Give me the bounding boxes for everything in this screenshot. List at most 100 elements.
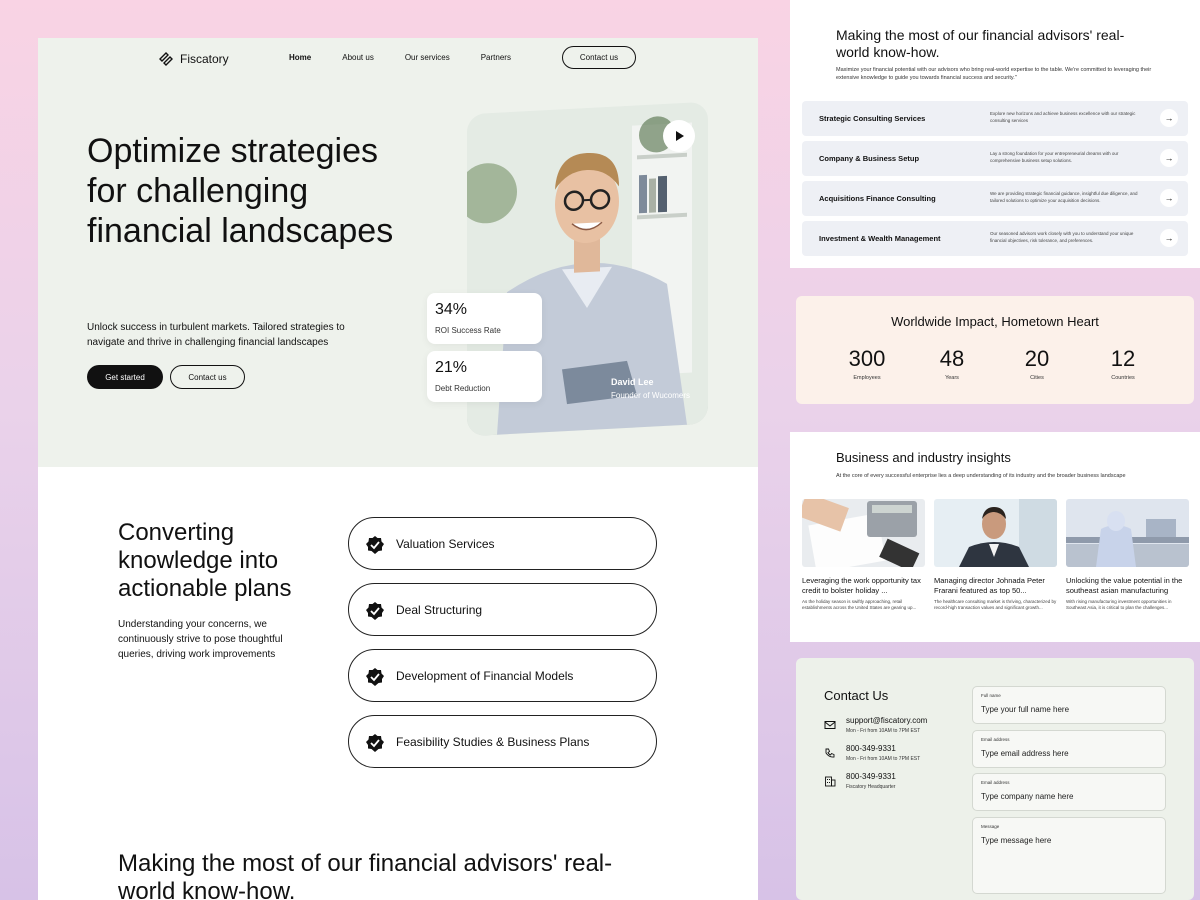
converting-title: Converting knowledge into actionable pla…: [118, 519, 292, 602]
mail-icon: [824, 721, 836, 729]
field-label: Full name: [981, 693, 1001, 698]
phone-icon: [825, 748, 835, 758]
logo-icon: [159, 52, 173, 66]
service-name: Company & Business Setup: [819, 154, 920, 163]
insights-section: Business and industry insights At the co…: [790, 432, 1200, 642]
main-nav: Home About us Our services Partners: [289, 53, 511, 62]
contact-hq-phone[interactable]: 800-349-9331: [846, 772, 896, 781]
stat-card-debt: 21% Debt Reduction: [427, 351, 542, 402]
building-icon: [825, 776, 836, 787]
service-label: Deal Structuring: [396, 602, 483, 617]
advisors-title: Making the most of our financial advisor…: [836, 27, 1125, 60]
contact-section: Contact Us support@fiscatory.com Mon - F…: [796, 658, 1194, 900]
verified-check-icon: [366, 734, 384, 752]
stat-label: ROI Success Rate: [435, 326, 501, 335]
verified-check-icon: [366, 536, 384, 554]
service-desc: Lay a strong foundation for your entrepr…: [990, 151, 1119, 163]
advisor-service-row[interactable]: Investment & Wealth Management Our seaso…: [802, 221, 1188, 256]
metric-value: 20: [1024, 346, 1050, 371]
play-icon: [676, 131, 684, 141]
field-label: Email address: [981, 780, 1010, 785]
advisor-service-row[interactable]: Acquisitions Finance Consulting We are p…: [802, 181, 1188, 216]
article-title[interactable]: Leveraging the work opportunity tax cred…: [802, 576, 927, 596]
stat-value: 21%: [435, 359, 468, 376]
nav-contact-button[interactable]: Contact us: [562, 46, 636, 69]
arrow-right-icon[interactable]: →: [1160, 149, 1178, 167]
hero-contact-button[interactable]: Contact us: [170, 365, 245, 389]
article-excerpt: With rising manufacturing investment opp…: [1066, 599, 1172, 610]
metric-value: 12: [1110, 346, 1136, 371]
contact-title: Contact Us: [824, 688, 889, 703]
founder-name: David Lee: [611, 377, 654, 387]
field-placeholder: Type your full name here: [981, 705, 1070, 714]
stat-card-roi: 34% ROI Success Rate: [427, 293, 542, 344]
play-video-button[interactable]: [663, 120, 695, 152]
metric-employees: 300 Employees: [832, 346, 902, 381]
service-pill[interactable]: Feasibility Studies & Business Plans: [348, 715, 657, 768]
field-placeholder: Type email address here: [981, 749, 1069, 758]
get-started-button[interactable]: Get started: [87, 365, 163, 389]
impact-title: Worldwide Impact, Hometown Heart: [891, 314, 1099, 329]
field-label: Message: [981, 824, 1000, 829]
brand-logo[interactable]: Fiscatory: [158, 51, 229, 67]
service-label: Feasibility Studies & Business Plans: [396, 734, 590, 749]
hero-subtitle: Unlock success in turbulent markets. Tai…: [87, 322, 345, 348]
service-label: Development of Financial Models: [396, 668, 574, 683]
arrow-right-icon[interactable]: →: [1160, 229, 1178, 247]
service-desc: Our seasoned advisors work closely with …: [990, 231, 1134, 243]
service-desc: We are providing strategic financial gui…: [990, 191, 1138, 203]
service-label: Valuation Services: [396, 536, 495, 551]
metric-value: 300: [848, 346, 886, 371]
metric-years: 48 Years: [917, 346, 987, 381]
field-placeholder: Type message here: [981, 836, 1052, 845]
nav-about[interactable]: About us: [342, 53, 374, 62]
advisors-title-main: Making the most of our financial advisor…: [118, 850, 613, 900]
company-field[interactable]: Email address Type company name here: [972, 773, 1166, 811]
insights-title: Business and industry insights: [836, 450, 1011, 465]
arrow-right-icon[interactable]: →: [1160, 189, 1178, 207]
metric-value: 48: [939, 346, 965, 371]
service-name: Acquisitions Finance Consulting: [819, 194, 936, 203]
contact-email[interactable]: support@fiscatory.com: [846, 716, 927, 725]
nav-partners[interactable]: Partners: [481, 53, 511, 62]
full-name-field[interactable]: Full name Type your full name here: [972, 686, 1166, 724]
article-image[interactable]: [1066, 499, 1189, 567]
advisor-service-row[interactable]: Strategic Consulting Services Explore ne…: [802, 101, 1188, 136]
metric-countries: 12 Countries: [1088, 346, 1158, 381]
factory-worker-image: [1066, 499, 1189, 567]
service-pill[interactable]: Deal Structuring: [348, 583, 657, 636]
nav-services[interactable]: Our services: [405, 53, 450, 62]
arrow-right-icon[interactable]: →: [1160, 109, 1178, 127]
insights-subtitle: At the core of every successful enterpri…: [836, 473, 1126, 479]
contact-hours: Mon - Fri from 10AM to 7PM EST: [846, 756, 921, 762]
founder-role: Founder of Wucomers: [611, 391, 690, 400]
service-pill[interactable]: Development of Financial Models: [348, 649, 657, 702]
message-field[interactable]: Message Type message here: [972, 817, 1166, 894]
email-field[interactable]: Email address Type email address here: [972, 730, 1166, 768]
metric-cities: 20 Cities: [1002, 346, 1072, 381]
verified-check-icon: [366, 602, 384, 620]
hero-section: Fiscatory Home About us Our services Par…: [38, 38, 758, 467]
service-name: Strategic Consulting Services: [819, 114, 926, 123]
converting-subtitle: Understanding your concerns, we continuo…: [118, 619, 283, 660]
stat-value: 34%: [435, 301, 468, 318]
businessman-portrait-image: [934, 499, 1057, 567]
verified-check-icon: [366, 668, 384, 686]
service-name: Investment & Wealth Management: [819, 234, 941, 243]
service-pill[interactable]: Valuation Services: [348, 517, 657, 570]
advisor-service-row[interactable]: Company & Business Setup Lay a strong fo…: [802, 141, 1188, 176]
metric-label: Countries: [1111, 375, 1135, 381]
article-title[interactable]: Unlocking the value potential in the sou…: [1066, 576, 1191, 596]
article-excerpt: As the holiday season is swiftly approac…: [802, 599, 917, 610]
metric-label: Years: [945, 375, 959, 381]
contact-hours: Mon - Fri from 10AM to 7PM EST: [846, 728, 921, 734]
article-image[interactable]: [802, 499, 925, 567]
contact-phone[interactable]: 800-349-9331: [846, 744, 896, 753]
calculator-paperwork-image: [802, 499, 925, 567]
article-title[interactable]: Managing director Johnada Peter Frarani …: [934, 576, 1059, 596]
hero-title: Optimize strategies for challenging fina…: [87, 132, 394, 250]
article-image[interactable]: [934, 499, 1057, 567]
field-label: Email address: [981, 737, 1010, 742]
nav-home[interactable]: Home: [289, 53, 311, 62]
service-desc: Explore new horizons and achieve busines…: [990, 111, 1136, 123]
